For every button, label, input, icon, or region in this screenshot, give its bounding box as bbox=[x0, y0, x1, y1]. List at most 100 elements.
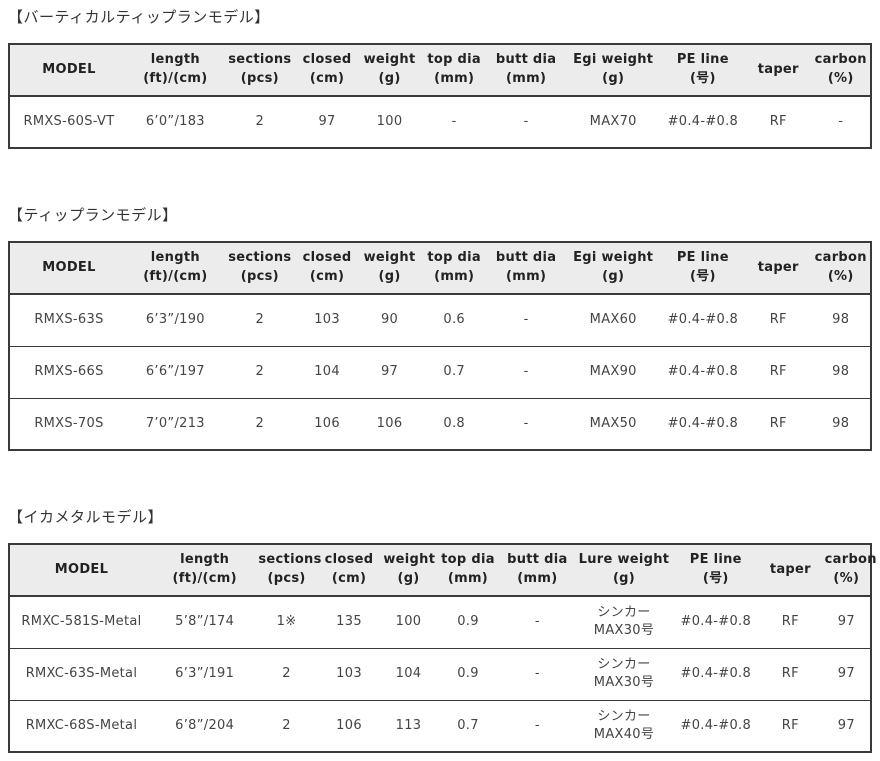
cell-model: RMXC-63S-Metal bbox=[9, 648, 153, 700]
header-row: MODEL length(ft)/(cm) sections(pcs) clos… bbox=[9, 242, 871, 294]
cell-closed: 103 bbox=[297, 294, 357, 346]
cell-pe-line: #0.4-#0.8 bbox=[674, 596, 758, 648]
col-carbon: carbon(%) bbox=[823, 544, 871, 596]
table-row: RMXC-63S-Metal 6’3”/191 2 103 104 0.9 - … bbox=[9, 648, 871, 700]
cell-pe-line: #0.4-#0.8 bbox=[661, 346, 745, 398]
col-weight-label: weight bbox=[359, 249, 420, 268]
spec-table-ikametal: MODEL length(ft)/(cm) sections(pcs) clos… bbox=[8, 543, 872, 753]
col-carbon-label: carbon bbox=[813, 51, 868, 70]
col-length-unit: (ft)/(cm) bbox=[130, 70, 221, 89]
cell-taper: RF bbox=[758, 648, 823, 700]
col-closed: closed(cm) bbox=[297, 242, 357, 294]
col-sections-label: sections bbox=[225, 249, 295, 268]
cell-butt-dia: - bbox=[487, 346, 566, 398]
col-closed: closed(cm) bbox=[317, 544, 382, 596]
cell-butt-dia: - bbox=[500, 648, 574, 700]
col-closed-unit: (cm) bbox=[299, 268, 355, 287]
section-title: 【バーティカルティップランモデル】 bbox=[8, 8, 872, 26]
cell-sections: 2 bbox=[223, 398, 297, 450]
col-weight: weight(g) bbox=[381, 544, 435, 596]
cell-carbon: 98 bbox=[811, 294, 871, 346]
col-weight: weight(g) bbox=[357, 44, 422, 96]
cell-closed: 106 bbox=[317, 700, 382, 752]
cell-taper: RF bbox=[745, 96, 811, 148]
col-butt-dia-unit: (mm) bbox=[502, 570, 572, 589]
col-lure-weight: Lure weight(g) bbox=[574, 544, 673, 596]
col-carbon: carbon(%) bbox=[811, 44, 871, 96]
cell-taper: RF bbox=[745, 398, 811, 450]
cell-weight: 113 bbox=[381, 700, 435, 752]
cell-closed: 135 bbox=[317, 596, 382, 648]
col-length: length(ft)/(cm) bbox=[153, 544, 256, 596]
cell-weight: 104 bbox=[381, 648, 435, 700]
cell-model: RMXS-60S-VT bbox=[9, 96, 128, 148]
col-closed-label: closed bbox=[319, 551, 380, 570]
cell-egi-weight: MAX70 bbox=[566, 96, 661, 148]
cell-length: 6’3”/190 bbox=[128, 294, 223, 346]
cell-sections: 1※ bbox=[256, 596, 316, 648]
cell-length: 7’0”/213 bbox=[128, 398, 223, 450]
cell-weight: 100 bbox=[357, 96, 422, 148]
col-butt-dia: butt dia(mm) bbox=[487, 242, 566, 294]
cell-taper: RF bbox=[758, 596, 823, 648]
col-weight: weight(g) bbox=[357, 242, 422, 294]
table-row: RMXC-581S-Metal 5’8”/174 1※ 135 100 0.9 … bbox=[9, 596, 871, 648]
col-butt-dia-unit: (mm) bbox=[489, 70, 564, 89]
cell-model: RMXC-68S-Metal bbox=[9, 700, 153, 752]
col-butt-dia: butt dia(mm) bbox=[500, 544, 574, 596]
col-top-dia: top dia(mm) bbox=[422, 242, 487, 294]
col-sections: sections(pcs) bbox=[256, 544, 316, 596]
cell-closed: 103 bbox=[317, 648, 382, 700]
col-closed: closed(cm) bbox=[297, 44, 357, 96]
cell-length: 6’8”/204 bbox=[153, 700, 256, 752]
col-egi-weight-label: Egi weight bbox=[568, 51, 659, 70]
col-egi-weight-label: Egi weight bbox=[568, 249, 659, 268]
cell-weight: 90 bbox=[357, 294, 422, 346]
cell-top-dia: 0.6 bbox=[422, 294, 487, 346]
col-top-dia-unit: (mm) bbox=[424, 268, 485, 287]
section-title: 【ティップランモデル】 bbox=[8, 206, 872, 224]
col-egi-weight: Egi weight(g) bbox=[566, 44, 661, 96]
header-row: MODEL length(ft)/(cm) sections(pcs) clos… bbox=[9, 544, 871, 596]
col-top-dia: top dia(mm) bbox=[436, 544, 501, 596]
col-top-dia-label: top dia bbox=[424, 249, 485, 268]
col-taper-label: taper bbox=[747, 259, 809, 278]
col-pe-line-unit: (号) bbox=[663, 70, 743, 89]
col-length: length(ft)/(cm) bbox=[128, 44, 223, 96]
cell-butt-dia: - bbox=[500, 596, 574, 648]
col-pe-line-unit: (号) bbox=[663, 268, 743, 287]
table-row: RMXC-68S-Metal 6’8”/204 2 106 113 0.7 - … bbox=[9, 700, 871, 752]
col-closed-label: closed bbox=[299, 51, 355, 70]
cell-top-dia: 0.7 bbox=[436, 700, 501, 752]
table-row: RMXS-63S 6’3”/190 2 103 90 0.6 - MAX60 #… bbox=[9, 294, 871, 346]
col-model: MODEL bbox=[9, 544, 153, 596]
cell-butt-dia: - bbox=[487, 294, 566, 346]
cell-pe-line: #0.4-#0.8 bbox=[661, 398, 745, 450]
col-length-label: length bbox=[155, 551, 254, 570]
cell-weight: 106 bbox=[357, 398, 422, 450]
cell-butt-dia: - bbox=[487, 96, 566, 148]
col-sections-unit: (pcs) bbox=[225, 70, 295, 89]
section-ikametal-model: 【イカメタルモデル】 MODEL length(ft)/(cm) section… bbox=[8, 508, 872, 753]
cell-model: RMXS-70S bbox=[9, 398, 128, 450]
col-pe-line-label: PE line bbox=[663, 249, 743, 268]
cell-top-dia: 0.9 bbox=[436, 648, 501, 700]
table-row: RMXS-70S 7’0”/213 2 106 106 0.8 - MAX50 … bbox=[9, 398, 871, 450]
col-pe-line: PE line(号) bbox=[661, 242, 745, 294]
col-egi-weight: Egi weight(g) bbox=[566, 242, 661, 294]
col-model-label: MODEL bbox=[12, 61, 126, 80]
col-lure-weight-unit: (g) bbox=[576, 570, 671, 589]
col-length-unit: (ft)/(cm) bbox=[155, 570, 254, 589]
cell-sections: 2 bbox=[223, 96, 297, 148]
col-butt-dia: butt dia(mm) bbox=[487, 44, 566, 96]
col-butt-dia-unit: (mm) bbox=[489, 268, 564, 287]
cell-egi-weight: MAX60 bbox=[566, 294, 661, 346]
col-carbon-unit: (%) bbox=[813, 268, 868, 287]
col-pe-line-label: PE line bbox=[663, 51, 743, 70]
col-carbon-label: carbon bbox=[825, 551, 868, 570]
col-sections-unit: (pcs) bbox=[258, 570, 314, 589]
col-butt-dia-label: butt dia bbox=[489, 249, 564, 268]
header-row: MODEL length(ft)/(cm) sections(pcs) clos… bbox=[9, 44, 871, 96]
cell-weight: 100 bbox=[381, 596, 435, 648]
col-sections-unit: (pcs) bbox=[225, 268, 295, 287]
